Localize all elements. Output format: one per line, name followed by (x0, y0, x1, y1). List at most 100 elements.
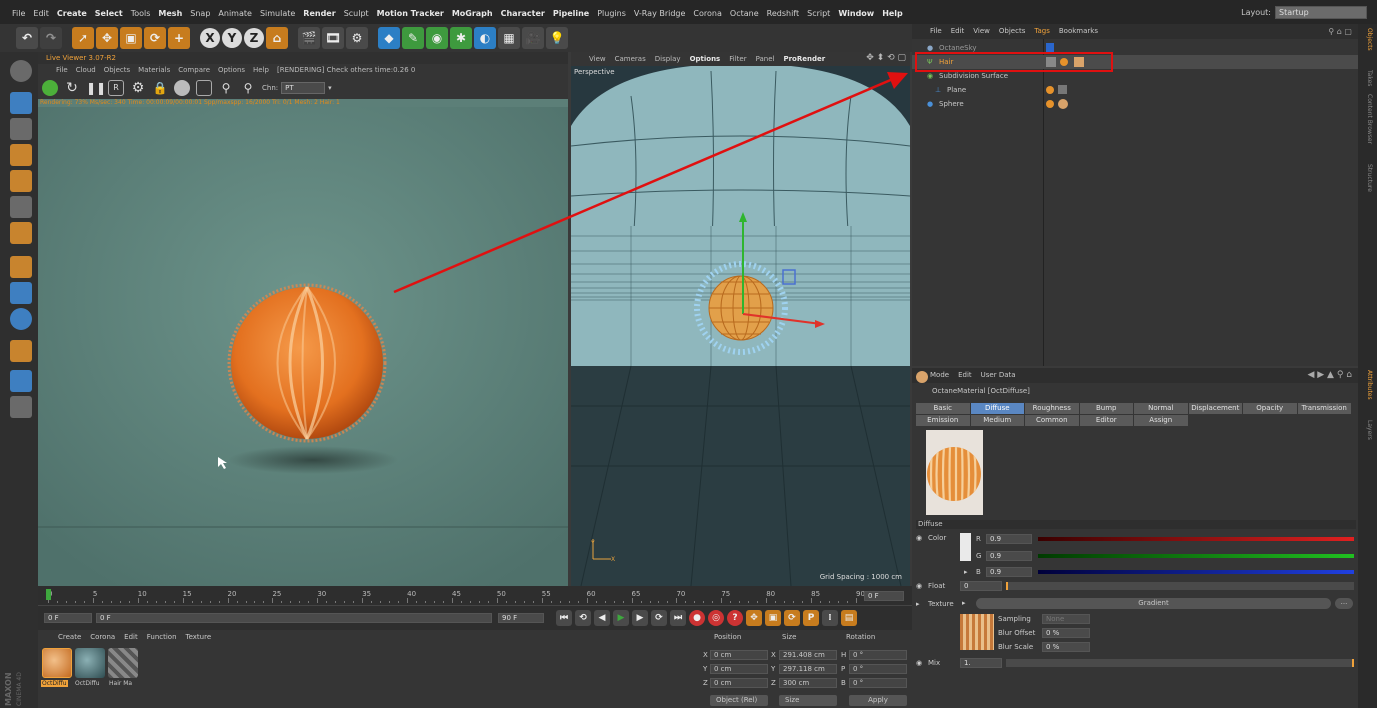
menu-item-redshift[interactable]: Redshift (767, 9, 799, 18)
x-axis-button[interactable]: X (200, 28, 220, 48)
menu-item-character[interactable]: Character (501, 9, 545, 18)
menu-item-help[interactable]: Help (882, 9, 903, 18)
size-mode-dropdown[interactable]: Size (779, 695, 837, 706)
mm-menu-corona[interactable]: Corona (90, 630, 115, 645)
gear-icon[interactable] (42, 80, 58, 96)
tab-content-browser[interactable]: Content Browser (1362, 94, 1373, 144)
tab-assign[interactable]: Assign (1134, 415, 1188, 426)
radio-icon[interactable]: ◉ (916, 534, 922, 542)
play-button[interactable]: ▶ (613, 610, 629, 626)
object-row-sphere[interactable]: ● Sphere (912, 97, 1358, 111)
coordinate-mode-dropdown[interactable]: Object (Rel) (710, 695, 768, 706)
parameter-key-button[interactable]: P (803, 610, 819, 626)
pause-icon[interactable]: ❚❚ (86, 80, 106, 96)
menu-item-snap[interactable]: Snap (190, 9, 210, 18)
menu-item-v-ray-bridge[interactable]: V-Ray Bridge (634, 9, 686, 18)
menu-item-mesh[interactable]: Mesh (158, 9, 182, 18)
workplane-lock-icon[interactable] (10, 370, 32, 392)
am-menu-user-data[interactable]: User Data (981, 368, 1016, 383)
rot-p-field[interactable]: 0 ° (849, 664, 907, 674)
menu-item-mograph[interactable]: MoGraph (452, 9, 493, 18)
undo-button[interactable]: ↶ (16, 27, 38, 49)
spline-pen-button[interactable]: ✎ (402, 27, 424, 49)
menu-item-simulate[interactable]: Simulate (260, 9, 295, 18)
am-menu-edit[interactable]: Edit (958, 368, 972, 383)
om-menu-objects[interactable]: Objects (999, 24, 1025, 39)
deformer-button[interactable]: ◐ (474, 27, 496, 49)
float-slider[interactable] (1006, 582, 1354, 590)
menu-item-sculpt[interactable]: Sculpt (344, 9, 369, 18)
menu-item-corona[interactable]: Corona (693, 9, 721, 18)
subdivision-button[interactable]: ◉ (426, 27, 448, 49)
rotation-key-button[interactable]: ⟳ (784, 610, 800, 626)
lv-menu-help[interactable]: Help (253, 64, 269, 77)
tab-transmission[interactable]: Transmission (1297, 403, 1351, 414)
playhead-marker[interactable] (46, 589, 51, 600)
tweak-mode-icon[interactable] (10, 282, 32, 304)
lv-menu-options[interactable]: Options (218, 64, 245, 77)
next-key-button[interactable]: ⟳ (651, 610, 667, 626)
workplane-mode-icon[interactable] (10, 144, 32, 166)
color-swatch[interactable] (960, 533, 971, 561)
move-tool-button[interactable]: ✥ (96, 27, 118, 49)
om-menu-bookmarks[interactable]: Bookmarks (1059, 24, 1098, 39)
scale-key-button[interactable]: ▣ (765, 610, 781, 626)
apply-button[interactable]: Apply (849, 695, 907, 706)
coordinate-system-button[interactable]: ⌂ (266, 27, 288, 49)
texture-mode-icon[interactable] (10, 118, 32, 140)
magnet-icon[interactable] (10, 340, 32, 362)
menu-item-animate[interactable]: Animate (218, 9, 252, 18)
material-hair[interactable] (108, 648, 138, 678)
menu-item-create[interactable]: Create (57, 9, 87, 18)
g-value-field[interactable]: 0.9 (986, 551, 1032, 561)
tab-editor[interactable]: Editor (1079, 415, 1133, 426)
floor-button[interactable]: ▦ (498, 27, 520, 49)
rot-b-field[interactable]: 0 ° (849, 678, 907, 688)
g-slider[interactable] (1038, 554, 1354, 558)
tab-common[interactable]: Common (1025, 415, 1079, 426)
render-view-button[interactable]: 🎬 (298, 27, 320, 49)
tab-objects[interactable]: Objects (1362, 28, 1373, 51)
snap-icon[interactable] (10, 308, 32, 330)
polygons-mode-icon[interactable] (10, 222, 32, 244)
float-value-field[interactable]: 0 (960, 581, 1002, 591)
sampling-dropdown[interactable]: None (1042, 614, 1090, 624)
om-menu-edit[interactable]: Edit (951, 24, 965, 39)
radio-icon[interactable]: ◉ (916, 582, 922, 590)
material-tag-icon[interactable] (1058, 99, 1068, 109)
render-picture-viewer-button[interactable]: 🎞 (322, 27, 344, 49)
size-x-field[interactable]: 291.408 cm (779, 650, 837, 660)
pos-z-field[interactable]: 0 cm (710, 678, 768, 688)
recent-tool-button[interactable]: + (168, 27, 190, 49)
nav-arrows-icon[interactable]: ◀ ▶ ▲ ⚲ ⌂ (1307, 370, 1352, 380)
tab-layers[interactable]: Layers (1362, 420, 1373, 440)
blur-scale-field[interactable]: 0 % (1042, 642, 1090, 652)
position-key-button[interactable]: ✥ (746, 610, 762, 626)
record-button[interactable]: ● (689, 610, 705, 626)
texture-more-button[interactable]: ... (1335, 598, 1353, 609)
mix-slider[interactable] (1006, 659, 1354, 667)
material-octdiffuse-1[interactable] (42, 648, 72, 678)
blur-offset-field[interactable]: 0 % (1042, 628, 1090, 638)
scale-tool-button[interactable]: ▣ (120, 27, 142, 49)
tab-medium[interactable]: Medium (970, 415, 1024, 426)
b-value-field[interactable]: 0.9 (986, 567, 1032, 577)
region-render-icon[interactable]: R (108, 80, 124, 96)
search-icon[interactable]: ⚲ ⌂ ▢ (1328, 27, 1352, 36)
edges-mode-icon[interactable] (10, 196, 32, 218)
array-button[interactable]: ✱ (450, 27, 472, 49)
lv-menu-compare[interactable]: Compare (178, 64, 210, 77)
axis-mode-icon[interactable] (10, 256, 32, 278)
previous-key-button[interactable]: ⟲ (575, 610, 591, 626)
am-menu-mode[interactable]: Mode (930, 368, 949, 383)
gradient-thumbnail[interactable] (960, 614, 994, 650)
lock-icon[interactable]: 🔒 (152, 80, 168, 96)
lv-menu-materials[interactable]: Materials (138, 64, 170, 77)
go-to-start-button[interactable]: ⏮ (556, 610, 572, 626)
octane-tag-icon[interactable] (1046, 43, 1054, 52)
om-menu-view[interactable]: View (973, 24, 990, 39)
pos-x-field[interactable]: 0 cm (710, 650, 768, 660)
previous-frame-button[interactable]: ◀ (594, 610, 610, 626)
y-axis-button[interactable]: Y (222, 28, 242, 48)
tab-basic[interactable]: Basic (916, 403, 970, 414)
